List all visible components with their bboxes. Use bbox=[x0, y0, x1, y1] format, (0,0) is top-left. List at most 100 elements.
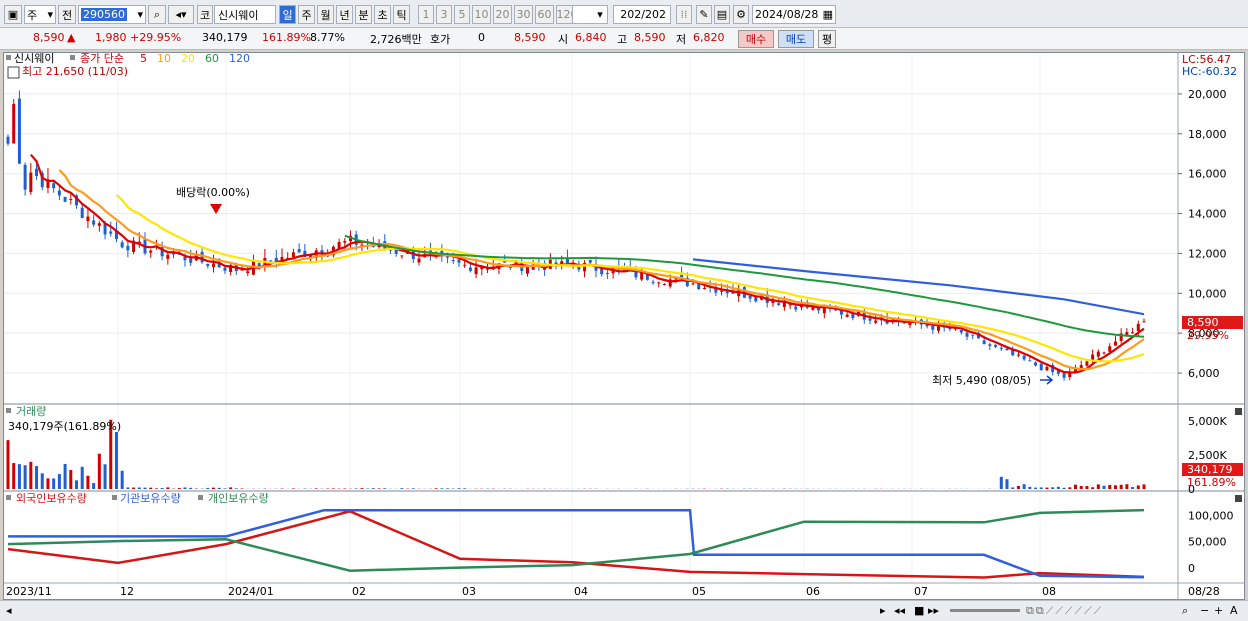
candle-body bbox=[400, 255, 404, 257]
high-label: 고 bbox=[617, 33, 628, 46]
layout-icon[interactable]: ▣ bbox=[4, 5, 22, 24]
interval-button[interactable]: 30 bbox=[514, 5, 533, 24]
volume-bar bbox=[1119, 484, 1123, 489]
calendar-icon: ▦ bbox=[822, 8, 833, 21]
volume-bar bbox=[1079, 485, 1083, 489]
interval-button[interactable]: 1 bbox=[418, 5, 434, 24]
volume-bar bbox=[75, 480, 79, 489]
volume-bar bbox=[52, 478, 56, 489]
last-change-tag: 29.95% bbox=[1187, 329, 1229, 342]
hoga-price: 8,590 bbox=[514, 31, 546, 44]
period-tab[interactable]: 일 bbox=[279, 5, 296, 24]
volume-bar bbox=[1131, 487, 1135, 489]
candle-body bbox=[92, 220, 96, 225]
chart-type-select[interactable]: 주 ▾ bbox=[24, 5, 56, 24]
volume-bar bbox=[457, 488, 461, 489]
date-field[interactable]: 2024/08/28 ▦ bbox=[752, 5, 836, 24]
volume-bar bbox=[1062, 487, 1066, 489]
volume-bar bbox=[23, 465, 27, 489]
interval-button[interactable]: 60 bbox=[535, 5, 554, 24]
grid-icon[interactable]: ⁞⁞ bbox=[676, 5, 692, 24]
candle-body bbox=[343, 241, 347, 243]
interval-button[interactable]: 3 bbox=[436, 5, 452, 24]
volume-bar bbox=[126, 487, 130, 489]
volume-bar bbox=[86, 475, 90, 489]
period-tab[interactable]: 년 bbox=[336, 5, 353, 24]
volume-bar bbox=[1056, 486, 1060, 489]
hoga-value: 0 bbox=[478, 31, 485, 44]
code-input[interactable]: 290560 ▾ bbox=[78, 5, 146, 24]
stock-name: 신시웨이 bbox=[218, 8, 259, 22]
period-tab[interactable]: 틱 bbox=[393, 5, 410, 24]
calendar-icon[interactable] bbox=[7, 66, 20, 79]
font-size-icon[interactable]: A bbox=[1230, 604, 1238, 617]
hoga-label: 호가 bbox=[430, 33, 451, 46]
interval-button[interactable]: 20 bbox=[493, 5, 512, 24]
panel-close-icon[interactable] bbox=[1235, 495, 1242, 502]
code-badge-label: 코 bbox=[199, 8, 211, 22]
candle-body bbox=[868, 318, 872, 321]
candle-body bbox=[297, 249, 301, 253]
prev-button[interactable]: 전 bbox=[58, 5, 76, 24]
volume-bar bbox=[63, 463, 67, 489]
stock-name-field[interactable]: 신시웨이 bbox=[214, 5, 276, 24]
candle-body bbox=[605, 272, 609, 274]
x-tick-label: 08 bbox=[1042, 585, 1056, 598]
period-tab[interactable]: 주 bbox=[298, 5, 315, 24]
zoom-out-icon[interactable]: − bbox=[1200, 604, 1209, 617]
pencil-icon[interactable]: ✎ bbox=[696, 5, 712, 24]
ma-legend: 5 10 20 60 120 bbox=[140, 53, 250, 65]
candle-body bbox=[600, 268, 604, 275]
volume-bar bbox=[371, 488, 375, 489]
chart-area[interactable]: 20,000 18,000 16,000 14,000 12,000 10,000 8,00… bbox=[3, 52, 1245, 600]
ma-legend-item: 120 bbox=[229, 53, 250, 65]
candle-body bbox=[1028, 360, 1032, 362]
volume-bar bbox=[46, 478, 50, 489]
panel-marker-icon bbox=[198, 495, 203, 500]
zoom-in-icon[interactable]: + bbox=[1214, 604, 1223, 617]
volume-bar bbox=[40, 473, 44, 489]
y-tick-label: 14,000 bbox=[1188, 208, 1227, 221]
drawing-tools-icon[interactable]: ⧉⧉⟋⟋⟋⟋⟋⟋ bbox=[1026, 604, 1103, 618]
period-tab[interactable]: 월 bbox=[317, 5, 334, 24]
interval-button[interactable]: 10 bbox=[472, 5, 491, 24]
save-icon[interactable]: ▤ bbox=[714, 5, 730, 24]
volume-bar bbox=[1028, 486, 1032, 489]
individual-legend: 개인보유수량 bbox=[208, 492, 269, 505]
interval-input[interactable]: ▾ bbox=[572, 5, 608, 24]
rewind-icon[interactable]: ◂◂ bbox=[894, 604, 905, 617]
stock-chart[interactable]: 20,00018,00016,00014,00012,00010,0008,00… bbox=[3, 52, 1244, 599]
y-tick-label: 6,000 bbox=[1188, 367, 1220, 380]
count-field[interactable]: 202/202 bbox=[613, 5, 671, 24]
candle-body bbox=[1085, 361, 1089, 366]
candle-body bbox=[446, 256, 450, 258]
forward-icon[interactable]: ▸▸ bbox=[928, 604, 939, 617]
x-axis-ticks: 2023/11 12 2024/01 02 03 04 05 06 07 08 08/28 bbox=[6, 585, 1220, 598]
interval-button[interactable]: 5 bbox=[454, 5, 470, 24]
candle-body bbox=[269, 260, 273, 262]
zoom-slider[interactable] bbox=[950, 609, 1020, 612]
candle-body bbox=[1102, 352, 1106, 354]
trade-amount: 2,726백만 bbox=[370, 33, 422, 46]
hc-label: HC:-60.32 bbox=[1182, 65, 1237, 78]
buy-button[interactable]: 매수 bbox=[738, 30, 774, 48]
last-volume-tag-text: 340,179 bbox=[1187, 463, 1233, 476]
zoom-icon[interactable]: ⌕ bbox=[1182, 604, 1188, 618]
stop-icon[interactable]: ■ bbox=[914, 604, 924, 617]
scroll-right-icon[interactable]: ▸ bbox=[880, 604, 886, 617]
gear-icon[interactable]: ⚙ bbox=[733, 5, 749, 24]
code-badge[interactable]: 코 bbox=[197, 5, 213, 24]
scroll-left-icon[interactable]: ◂ bbox=[6, 604, 12, 617]
eval-button[interactable]: 평 bbox=[818, 30, 836, 48]
panel-close-icon[interactable] bbox=[1235, 408, 1242, 415]
period-tab[interactable]: 초 bbox=[374, 5, 391, 24]
period-tab[interactable]: 분 bbox=[355, 5, 372, 24]
sound-icon[interactable]: ◂▾ bbox=[168, 5, 194, 24]
search-icon[interactable]: ⌕ bbox=[148, 5, 166, 24]
candle-body bbox=[1005, 348, 1009, 351]
candle-body bbox=[725, 291, 729, 294]
candle-body bbox=[120, 242, 124, 248]
sell-button[interactable]: 매도 bbox=[778, 30, 814, 48]
panel-marker-icon bbox=[6, 55, 11, 60]
candle-body bbox=[126, 245, 130, 251]
